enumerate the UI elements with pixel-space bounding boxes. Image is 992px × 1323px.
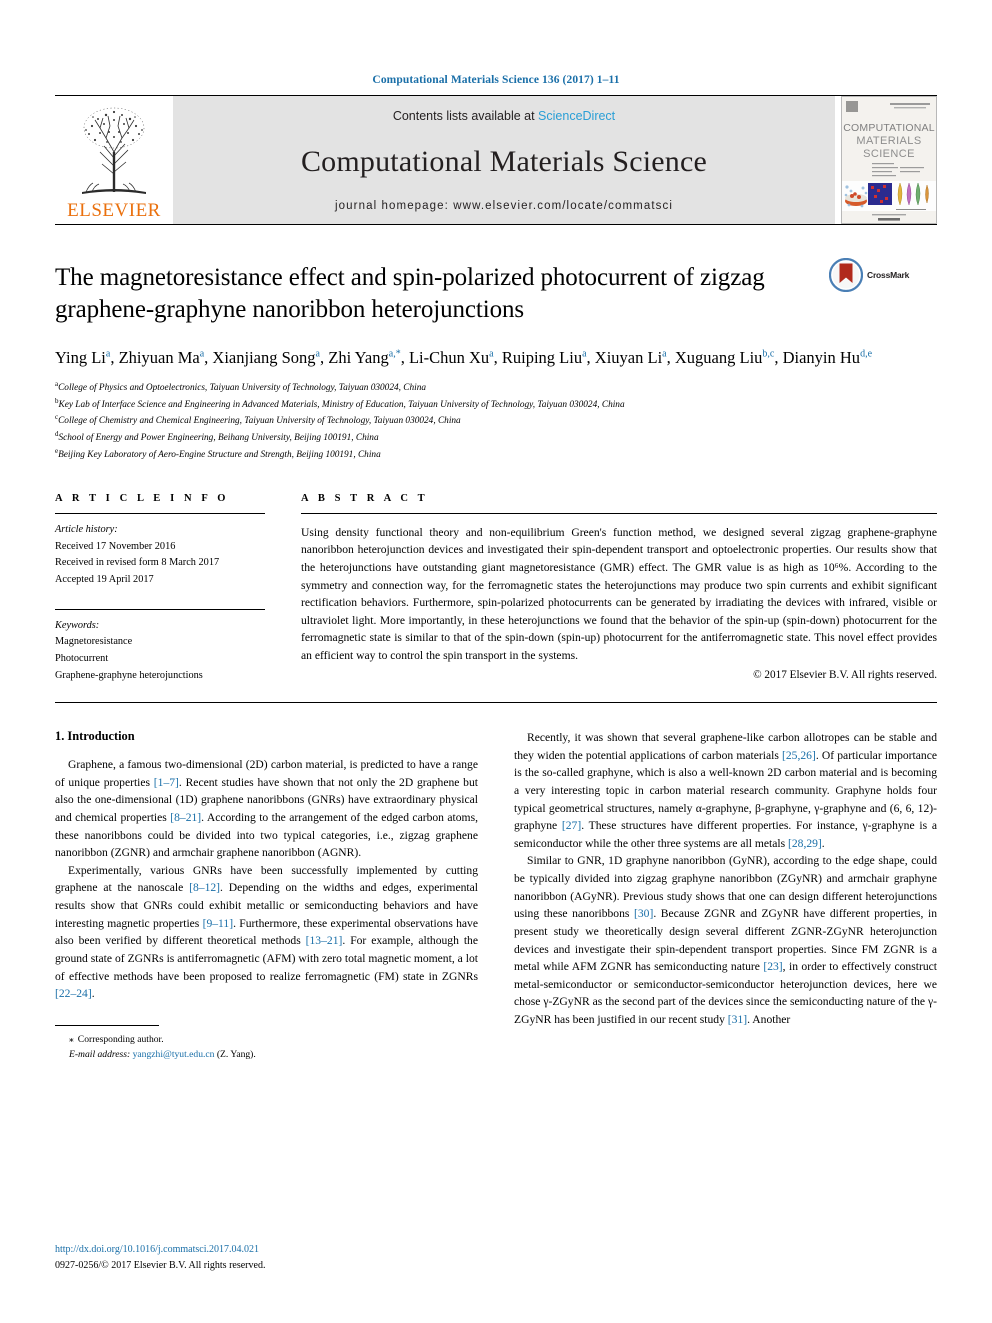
body-right-column: Recently, it was shown that several grap…	[514, 729, 937, 1062]
author-item: Dianyin Hud,e	[782, 348, 873, 367]
citation-ref[interactable]: [27]	[562, 819, 581, 832]
author-item: Li-Chun Xua	[408, 348, 494, 367]
article-history-item: Received in revised form 8 March 2017	[55, 557, 220, 569]
page-title: The magnetoresistance effect and spin-po…	[55, 264, 765, 323]
header-rule-bottom	[55, 224, 937, 225]
keyword-item: Magnetoresistance	[55, 636, 133, 648]
keywords-label: Keywords:	[55, 619, 100, 631]
masthead-center: Contents lists available at ScienceDirec…	[173, 96, 835, 224]
article-history-item: Received 17 November 2016	[55, 540, 176, 552]
corresponding-author-label: Corresponding author.	[77, 1033, 164, 1045]
affiliation-item: cCollege of Chemistry and Chemical Engin…	[55, 413, 461, 427]
journal-homepage[interactable]: journal homepage: www.elsevier.com/locat…	[335, 200, 673, 212]
body-paragraph: Experimentally, various GNRs have been s…	[55, 863, 478, 1001]
elsevier-tree-icon	[82, 107, 146, 194]
footnote-rule	[55, 1024, 159, 1026]
affiliation-text: College of Physics and Optoelectronics, …	[58, 383, 427, 394]
author-item: Zhi Yanga,*	[328, 348, 401, 367]
author-item: Xiuyan Lia	[594, 348, 667, 367]
keyword-item: Photocurrent	[55, 652, 109, 664]
citation-ref[interactable]: [8–12]	[189, 881, 220, 894]
abstract-bottom-rule	[55, 702, 937, 704]
email-note: E-mail address: yangzhi@tyut.edu.cn (Z. …	[55, 1047, 478, 1062]
info-abstract-section: A R T I C L E I N F O Article history: R…	[55, 493, 937, 684]
citation-ref[interactable]: [23]	[763, 960, 782, 973]
svg-text:SCIENCE: SCIENCE	[863, 148, 915, 160]
citation-ref[interactable]: [28,29]	[788, 837, 822, 850]
article-history-label: Article history:	[55, 523, 118, 535]
elsevier-logo: ELSEVIER	[55, 96, 173, 224]
affiliation-item: eBeijing Key Laboratory of Aero-Engine S…	[55, 447, 381, 461]
keywords-rule	[55, 608, 265, 610]
author-item: Ruiping Liua	[501, 348, 587, 367]
svg-text:COMPUTATIONAL: COMPUTATIONAL	[843, 122, 934, 134]
author-item: Zhiyuan Maa	[118, 348, 205, 367]
footnote-text: ⁎ Corresponding author. E-mail address: y…	[55, 1032, 478, 1063]
email-link[interactable]: yangzhi@tyut.edu.cn	[133, 1049, 215, 1060]
keyword-item: Graphene-graphyne heterojunctions	[55, 669, 203, 681]
article-info-heading: A R T I C L E I N F O	[55, 492, 230, 504]
article-info-column: A R T I C L E I N F O Article history: R…	[55, 493, 265, 684]
footer-doi-block: http://dx.doi.org/10.1016/j.commatsci.20…	[55, 1242, 265, 1273]
abstract-heading: A B S T R A C T	[301, 492, 429, 504]
title-block: The magnetoresistance effect and spin-po…	[55, 258, 937, 326]
running-head: Computational Materials Science 136 (201…	[372, 74, 620, 86]
citation-ref[interactable]: [22–24]	[55, 987, 92, 1000]
body-left-column: 1. Introduction Graphene, a famous two-d…	[55, 729, 478, 1062]
body-paragraph: Similar to GNR, 1D graphyne nanoribbon (…	[514, 854, 937, 1026]
author-item: Xuguang Liub,c	[674, 348, 775, 367]
citation-ref[interactable]: [1–7]	[154, 776, 179, 789]
footnote-block: ⁎ Corresponding author. E-mail address: y…	[55, 1024, 478, 1063]
abstract-column: A B S T R A C T Using density functional…	[301, 493, 937, 684]
article-info-rule	[55, 512, 265, 514]
affiliation-text: School of Energy and Power Engineering, …	[58, 433, 379, 444]
affiliation-item: dSchool of Energy and Power Engineering,…	[55, 430, 379, 444]
journal-masthead: ELSEVIER Contents lists available at Sci…	[55, 96, 937, 224]
sciencedirect-link[interactable]: ScienceDirect	[538, 109, 615, 123]
affiliation-text: Key Lab of Interface Science and Enginee…	[58, 399, 625, 410]
citation-ref[interactable]: [25,26]	[782, 749, 816, 762]
body-columns: 1. Introduction Graphene, a famous two-d…	[55, 729, 937, 1062]
corresponding-author-note: ⁎ Corresponding author.	[55, 1032, 478, 1047]
citation-ref[interactable]: [31]	[728, 1013, 747, 1026]
affiliation-item: aCollege of Physics and Optoelectronics,…	[55, 379, 427, 394]
article-history-item: Accepted 19 April 2017	[55, 573, 154, 585]
crossmark-icon	[829, 258, 863, 292]
abstract-text: Using density functional theory and non-…	[301, 525, 937, 663]
journal-cover-thumbnail: COMPUTATIONAL MATERIALS SCIENCE	[841, 96, 937, 224]
elsevier-wordmark: ELSEVIER	[67, 200, 161, 221]
body-paragraph: Graphene, a famous two-dimensional (2D) …	[55, 758, 478, 860]
contents-prefix: Contents lists available at	[392, 109, 539, 123]
body-paragraph: Recently, it was shown that several grap…	[514, 731, 937, 850]
email-owner: (Z. Yang).	[216, 1049, 256, 1061]
cover-artwork: COMPUTATIONAL MATERIALS SCIENCE	[842, 97, 936, 223]
author-item: Xianjiang Songa	[212, 348, 320, 367]
author-item: Ying Lia	[55, 348, 111, 367]
article-history-group: Article history: Received 17 November 20…	[55, 522, 265, 589]
doi-link[interactable]: http://dx.doi.org/10.1016/j.commatsci.20…	[55, 1242, 265, 1258]
affiliation-item: bKey Lab of Interface Science and Engine…	[55, 396, 625, 410]
abstract-rule	[301, 512, 937, 514]
asterisk-icon: ⁎	[69, 1033, 74, 1045]
affiliation-text: College of Chemistry and Chemical Engine…	[58, 416, 461, 427]
email-label: E-mail address:	[69, 1049, 131, 1061]
affiliation-list: aCollege of Physics and Optoelectronics,…	[55, 379, 937, 463]
affiliation-text: Beijing Key Laboratory of Aero-Engine St…	[58, 450, 381, 461]
crossmark-badge[interactable]: CrossMark	[829, 258, 937, 292]
citation-ref[interactable]: [30]	[634, 907, 653, 920]
issn-copyright-line: 0927-0256/© 2017 Elsevier B.V. All right…	[55, 1259, 266, 1271]
paper-page: Computational Materials Science 136 (201…	[0, 0, 992, 1323]
keywords-group: Keywords: Magnetoresistance Photocurrent…	[55, 618, 265, 685]
crossmark-label: CrossMark	[867, 270, 910, 280]
journal-title: Computational Materials Science	[300, 144, 708, 178]
author-list: Ying Lia, Zhiyuan Maa, Xianjiang Songa, …	[55, 348, 873, 367]
section-heading-introduction: 1. Introduction	[55, 729, 135, 744]
abstract-copyright: © 2017 Elsevier B.V. All rights reserved…	[753, 668, 937, 681]
citation-ref[interactable]: [9–11]	[203, 917, 233, 930]
citation-ref[interactable]: [13–21]	[306, 934, 343, 947]
svg-text:MATERIALS: MATERIALS	[856, 135, 921, 147]
citation-ref[interactable]: [8–21]	[170, 811, 201, 824]
contents-available-line: Contents lists available at ScienceDirec…	[393, 109, 615, 123]
